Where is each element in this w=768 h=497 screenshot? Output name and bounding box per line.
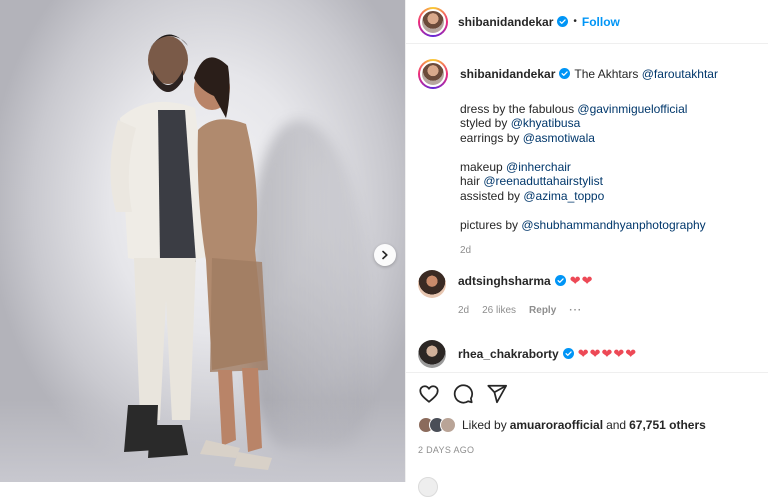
reply-button[interactable]: Reply <box>529 304 556 319</box>
post-timestamp: 2 DAYS AGO <box>418 445 475 455</box>
comment-text: ❤❤ <box>569 273 594 288</box>
comment-username[interactable]: adtsinghsharma <box>458 274 551 288</box>
commenter-avatar[interactable] <box>418 340 446 368</box>
caption-line: hair @reenaduttahairstylist <box>460 174 603 188</box>
post-photo[interactable] <box>0 0 405 482</box>
caption-age: 2d <box>460 245 472 256</box>
verified-badge-icon <box>562 348 574 359</box>
mention-link[interactable]: @azima_toppo <box>523 189 604 203</box>
verified-badge-icon <box>554 275 566 286</box>
mention-link[interactable]: @reenaduttahairstylist <box>483 174 603 188</box>
comment-icon[interactable] <box>452 383 474 405</box>
caption-line: dress by the fabulous @gavinmigueloffici… <box>460 101 688 116</box>
post-actions: Liked by amuaroraofficial and 67,751 oth… <box>406 372 768 497</box>
mention-link[interactable]: @gavinmiguelofficial <box>577 102 687 116</box>
comment-likes[interactable]: 26 likes <box>482 304 516 319</box>
viewer-avatar <box>418 477 438 497</box>
verified-badge-icon <box>559 68 571 79</box>
mention-link[interactable]: @inherchair <box>506 160 571 174</box>
mention-link[interactable]: @asmotiwala <box>523 131 595 145</box>
caption-line: assisted by @azima_toppo <box>460 188 605 203</box>
comment-username[interactable]: rhea_chakraborty <box>458 347 559 361</box>
action-icons <box>418 383 520 405</box>
mention-link[interactable]: @khyatibusa <box>511 116 581 130</box>
likes-summary: Liked by amuaroraofficial and 67,751 oth… <box>418 417 706 433</box>
comment-age: 2d <box>458 304 470 316</box>
author-avatar[interactable] <box>418 6 448 37</box>
comment-item: adtsinghsharma ❤❤ 2d 26 likes Reply ··· <box>418 270 595 318</box>
caption-line: styled by @khyatibusa <box>460 116 581 130</box>
mention-link[interactable]: @faroutakhtar <box>642 67 718 81</box>
liked-by-user[interactable]: amuaroraofficial <box>510 418 603 432</box>
author-username[interactable]: shibanidandekar <box>458 15 553 29</box>
more-options-icon[interactable]: ··· <box>569 304 582 319</box>
heart-icon[interactable] <box>418 383 440 405</box>
caption-line: earrings by @asmotiwala <box>460 130 595 145</box>
next-image-button[interactable] <box>374 244 396 266</box>
chevron-right-icon <box>382 250 388 260</box>
caption-title: The Akhtars <box>574 67 639 81</box>
comment-meta: 2d 26 likes Reply ··· <box>458 304 595 319</box>
comments-list[interactable]: shibanidandekar The Akhtars @faroutakhtar… <box>406 45 768 372</box>
instagram-post: shibanidandekar • Follow shibanidandekar… <box>0 0 768 497</box>
comment-item: rhea_chakraborty ❤❤❤❤❤ <box>418 340 637 368</box>
mention-link[interactable]: @shubhammandhyanphotography <box>521 218 705 232</box>
post-header: shibanidandekar • Follow <box>406 0 768 44</box>
caption-line: pictures by @shubhammandhyanphotography <box>460 217 706 232</box>
likes-count[interactable]: 67,751 others <box>629 418 706 432</box>
verified-badge-icon <box>557 16 569 27</box>
caption-line: makeup @inherchair <box>460 159 571 174</box>
share-icon[interactable] <box>486 383 508 405</box>
comment-text: ❤❤❤❤❤ <box>577 346 638 361</box>
post-side-panel: shibanidandekar • Follow shibanidandekar… <box>405 0 768 497</box>
caption-username[interactable]: shibanidandekar <box>460 67 555 81</box>
caption-first-line: shibanidandekar The Akhtars @faroutakhtar <box>460 67 718 82</box>
caption-body: dress by the fabulous @gavinmigueloffici… <box>460 102 718 233</box>
caption-avatar[interactable] <box>418 59 448 89</box>
follow-button[interactable]: Follow <box>582 15 620 29</box>
couple-figures <box>110 34 272 470</box>
caption: shibanidandekar The Akhtars @faroutakhtar… <box>418 59 718 259</box>
liker-avatars <box>418 417 456 433</box>
separator-dot: • <box>573 16 577 27</box>
commenter-avatar[interactable] <box>418 270 446 298</box>
